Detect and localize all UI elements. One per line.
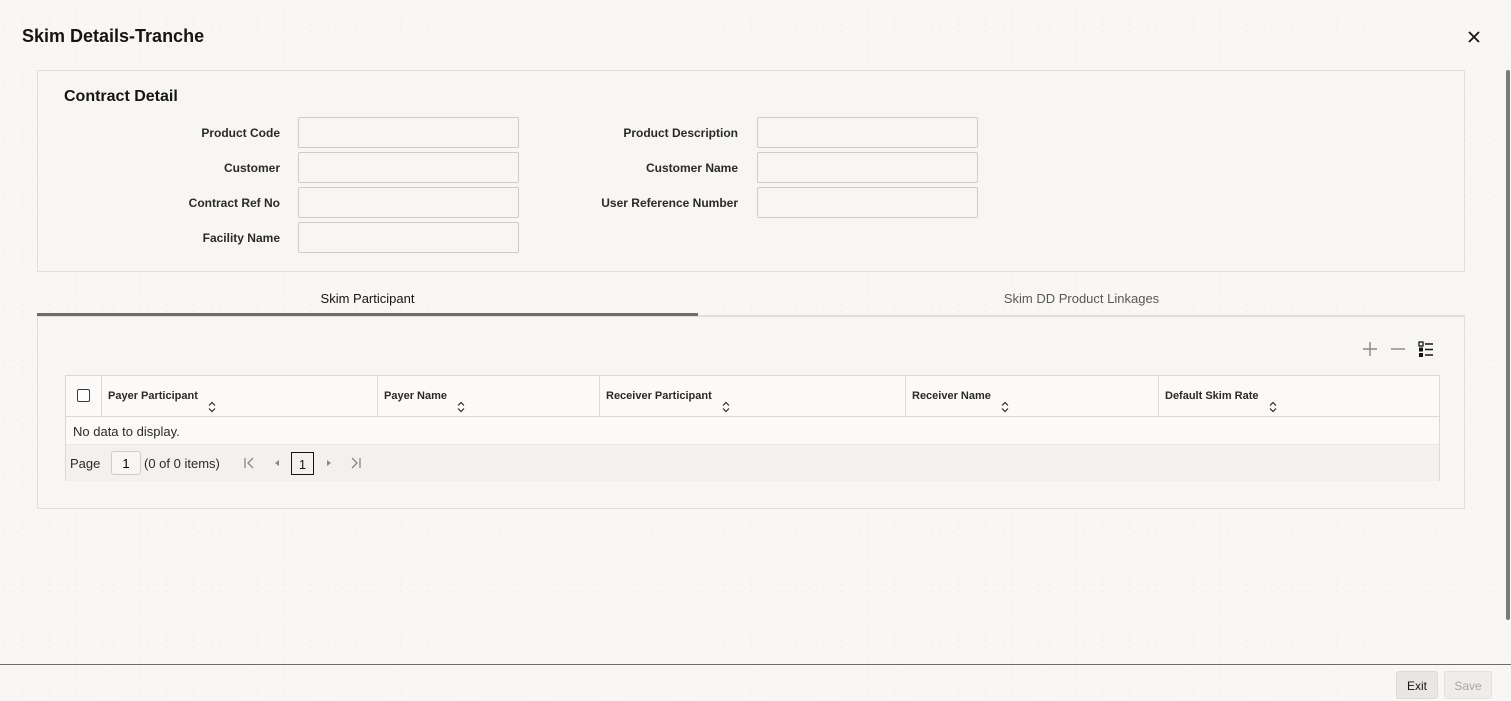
first-page-icon[interactable]: [242, 455, 256, 471]
section-title: Contract Detail: [64, 88, 178, 105]
items-count: (0 of 0 items): [144, 456, 220, 471]
window-title: Skim Details-Tranche: [22, 26, 205, 46]
customer-input[interactable]: [298, 152, 519, 183]
save-button[interactable]: Save: [1444, 671, 1492, 699]
select-all-checkbox[interactable]: [77, 389, 90, 402]
plus-icon[interactable]: [1360, 339, 1380, 359]
sort-icon[interactable]: [1269, 390, 1277, 413]
column-header-payer-name[interactable]: Payer Name: [377, 376, 599, 416]
skim-participant-table: Payer Participant Payer Name Receiver Pa…: [65, 375, 1440, 481]
user-reference-number-input[interactable]: [757, 187, 978, 218]
sort-icon[interactable]: [722, 390, 730, 413]
page-number-input[interactable]: [111, 451, 141, 475]
exit-button[interactable]: Exit: [1396, 671, 1438, 699]
close-icon[interactable]: [1464, 27, 1484, 47]
customer-name-input[interactable]: [757, 152, 978, 183]
column-header-payer-participant[interactable]: Payer Participant: [101, 376, 377, 416]
table-header: Payer Participant Payer Name Receiver Pa…: [66, 376, 1439, 417]
product-code-input[interactable]: [298, 117, 519, 148]
previous-page-icon[interactable]: [270, 455, 284, 471]
contract-ref-no-input[interactable]: [298, 187, 519, 218]
last-page-icon[interactable]: [349, 455, 363, 471]
customer-name-label: Customer Name: [645, 161, 738, 175]
pagination-bar: Page (0 of 0 items) 1: [66, 444, 1439, 481]
sort-icon[interactable]: [208, 390, 216, 413]
vertical-scrollbar[interactable]: [1506, 70, 1510, 620]
column-header-receiver-name[interactable]: Receiver Name: [905, 376, 1158, 416]
sort-icon[interactable]: [457, 390, 465, 413]
column-label: Payer Name: [384, 390, 447, 402]
empty-table-message: No data to display.: [73, 424, 180, 439]
product-code-label: Product Code: [201, 126, 280, 140]
footer-divider: [0, 664, 1511, 665]
current-page-button[interactable]: 1: [291, 452, 314, 475]
minus-icon[interactable]: [1388, 339, 1408, 359]
contract-ref-no-label: Contract Ref No: [188, 196, 280, 210]
facility-name-label: Facility Name: [202, 231, 280, 245]
tab-skim-participant[interactable]: Skim Participant: [37, 284, 698, 316]
product-description-label: Product Description: [623, 126, 738, 140]
column-label: Default Skim Rate: [1165, 390, 1259, 402]
facility-name-input[interactable]: [298, 222, 519, 253]
column-label: Receiver Participant: [606, 390, 712, 402]
product-description-input[interactable]: [757, 117, 978, 148]
contract-detail-panel: Contract Detail Product Code Product Des…: [37, 70, 1465, 272]
page-label: Page: [70, 456, 101, 471]
column-label: Receiver Name: [912, 390, 991, 402]
column-label: Payer Participant: [108, 390, 198, 402]
column-header-receiver-participant[interactable]: Receiver Participant: [599, 376, 905, 416]
sort-icon[interactable]: [1001, 390, 1009, 413]
user-reference-number-label: User Reference Number: [601, 196, 738, 210]
tab-bar: Skim Participant Skim DD Product Linkage…: [37, 284, 1465, 316]
next-page-icon[interactable]: [322, 455, 336, 471]
column-header-default-skim-rate[interactable]: Default Skim Rate: [1158, 376, 1439, 416]
skim-participant-panel: Payer Participant Payer Name Receiver Pa…: [37, 316, 1465, 509]
tab-skim-dd-product-linkages[interactable]: Skim DD Product Linkages: [698, 284, 1465, 316]
list-icon[interactable]: [1416, 339, 1436, 359]
customer-label: Customer: [223, 161, 280, 175]
